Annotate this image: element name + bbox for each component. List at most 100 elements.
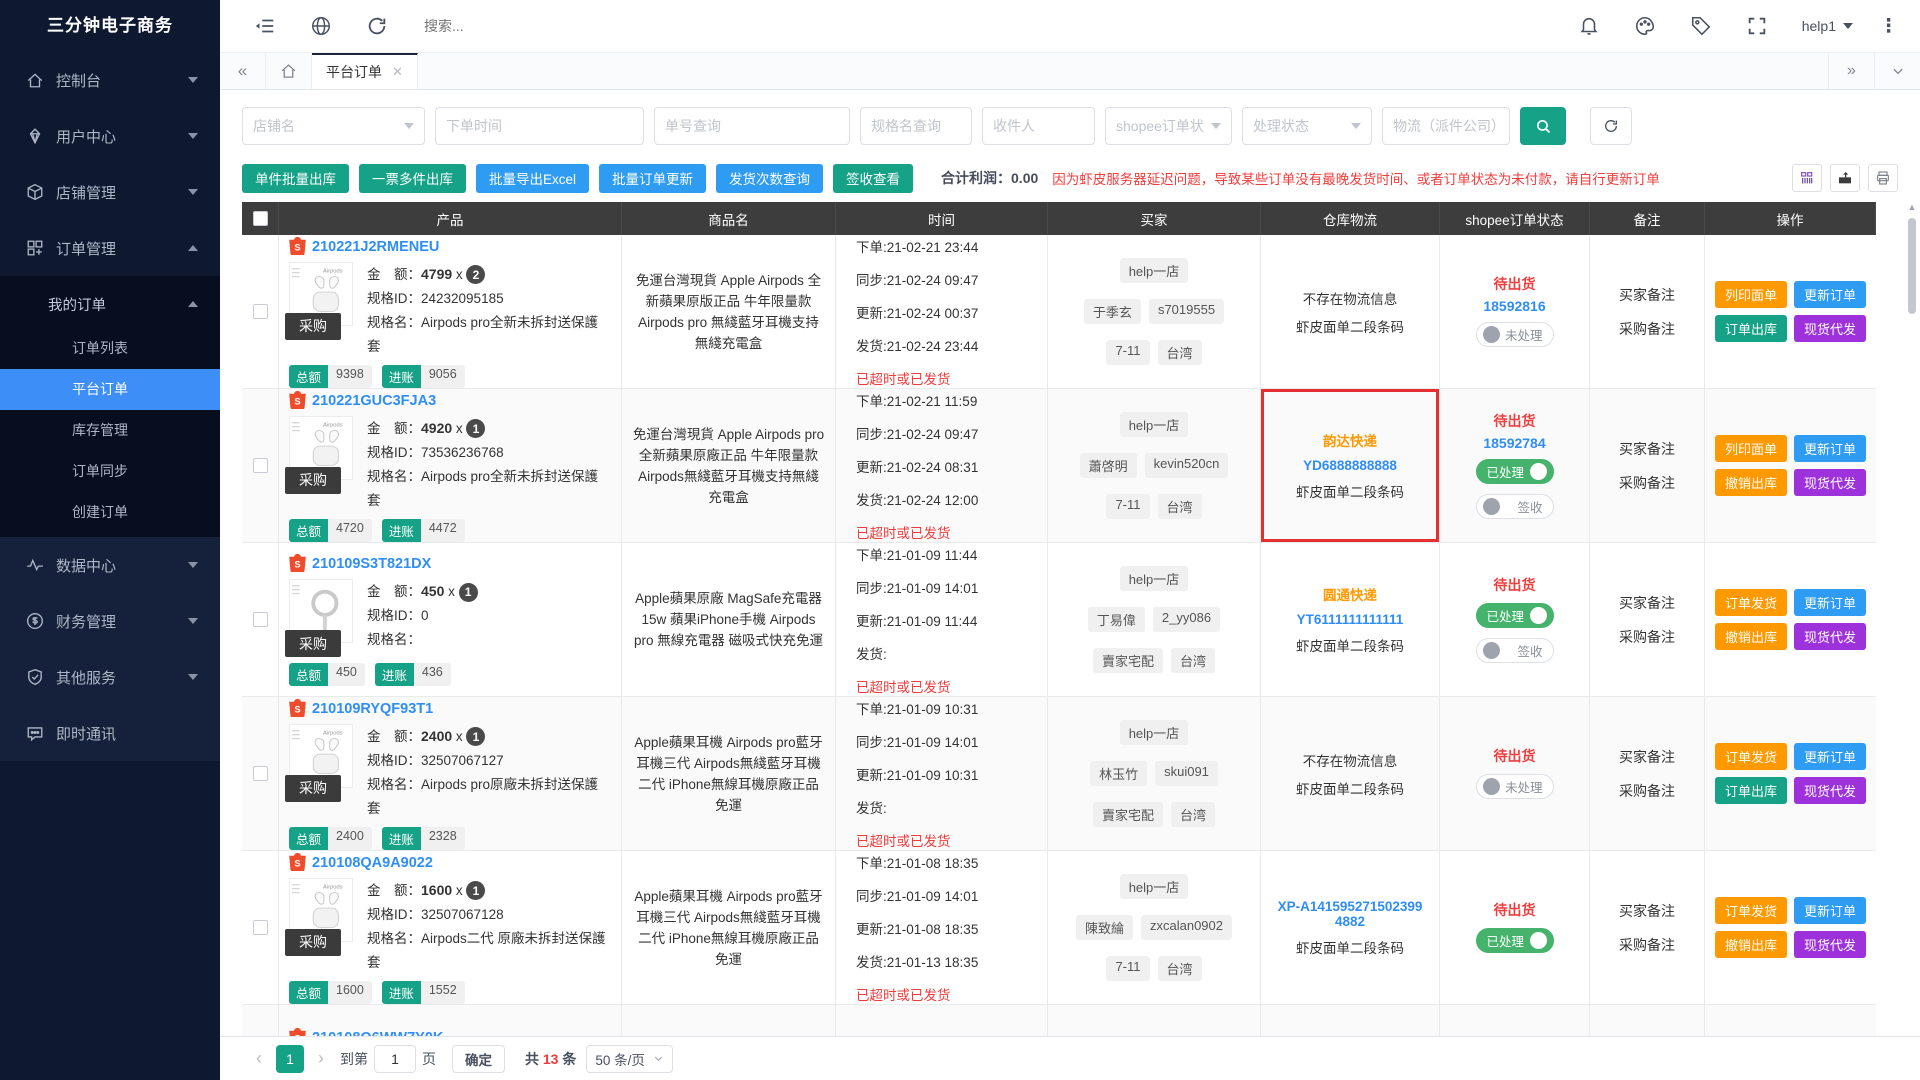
op-button-订单出库[interactable]: 订单出库: [1715, 315, 1787, 342]
action-button-签收查看[interactable]: 签收查看: [833, 163, 914, 193]
column-settings-button[interactable]: [1792, 164, 1822, 192]
tabs-dropdown-icon[interactable]: [1874, 53, 1920, 89]
table-refresh-button[interactable]: [1590, 107, 1632, 145]
goto-page-input[interactable]: [374, 1044, 416, 1073]
remark-link[interactable]: 买家备注: [1619, 901, 1675, 921]
sidebar-subitem-订单同步[interactable]: 订单同步: [0, 451, 220, 492]
purchase-button[interactable]: 采购: [285, 466, 341, 494]
row-checkbox[interactable]: [252, 304, 268, 319]
remark-link[interactable]: 买家备注: [1619, 747, 1675, 767]
process-toggle[interactable]: 未处理: [1475, 322, 1554, 347]
order-link[interactable]: 210108QA9A9022: [312, 855, 433, 871]
action-button-批量订单更新[interactable]: 批量订单更新: [599, 163, 707, 193]
sidebar-item-数据中心[interactable]: 数据中心: [0, 537, 220, 593]
tracking-number[interactable]: XP-A1415952715023994882: [1267, 899, 1433, 929]
filter-处理状态[interactable]: 处理状态: [1242, 107, 1372, 145]
row-checkbox[interactable]: [252, 766, 268, 781]
remark-link[interactable]: 买家备注: [1619, 439, 1675, 459]
op-button-撤销出库[interactable]: 撤销出库: [1715, 931, 1787, 958]
op-button-更新订单[interactable]: 更新订单: [1794, 589, 1866, 616]
user-menu[interactable]: help1: [1802, 18, 1853, 34]
row-checkbox[interactable]: [252, 612, 268, 627]
globe-icon[interactable]: [310, 15, 332, 37]
op-button-更新订单[interactable]: 更新订单: [1794, 897, 1866, 924]
order-link[interactable]: 210109RYQF93T1: [312, 701, 433, 717]
op-button-现货代发[interactable]: 现货代发: [1794, 623, 1866, 650]
remark-link[interactable]: 采购备注: [1619, 473, 1675, 493]
bell-icon[interactable]: [1578, 15, 1600, 37]
home-tab-icon[interactable]: [266, 53, 312, 89]
op-button-订单发货[interactable]: 订单发货: [1715, 589, 1787, 616]
close-tab-icon[interactable]: ✕: [392, 64, 403, 80]
op-button-列印面单[interactable]: 列印面单: [1715, 435, 1787, 462]
action-button-一票多件出库[interactable]: 一票多件出库: [359, 163, 466, 193]
status-number[interactable]: 18592816: [1483, 298, 1545, 314]
sidebar-item-订单管理[interactable]: 订单管理: [0, 220, 220, 276]
process-toggle[interactable]: 已处理: [1475, 602, 1554, 628]
global-search-input[interactable]: [424, 18, 844, 34]
sidebar-item-店铺管理[interactable]: 店铺管理: [0, 164, 220, 220]
op-button-现货代发[interactable]: 现货代发: [1794, 469, 1866, 496]
remark-link[interactable]: 采购备注: [1619, 781, 1675, 801]
process-toggle[interactable]: 已处理: [1475, 458, 1554, 484]
confirm-button[interactable]: 确定: [452, 1044, 505, 1073]
print-button[interactable]: [1868, 164, 1898, 192]
tag-icon[interactable]: [1690, 15, 1712, 37]
scroll-up-icon[interactable]: ▲: [1906, 202, 1918, 214]
kebab-menu-icon[interactable]: ⋮: [1879, 15, 1898, 38]
order-link[interactable]: 210221GUC3FJA3: [312, 393, 436, 409]
tabs-scroll-left-icon[interactable]: «: [220, 53, 266, 89]
sidebar-item-财务管理[interactable]: 财务管理: [0, 593, 220, 649]
filter-下单时间[interactable]: 下单时间: [435, 107, 644, 145]
export-button[interactable]: [1830, 164, 1860, 192]
tab-platform-orders[interactable]: 平台订单 ✕: [312, 53, 418, 89]
prev-page-button[interactable]: ‹: [246, 1048, 272, 1069]
sidebar-subitem-订单列表[interactable]: 订单列表: [0, 328, 220, 369]
filter-收件人[interactable]: 收件人: [982, 107, 1095, 145]
sidebar-subitem-平台订单[interactable]: 平台订单: [0, 369, 220, 410]
select-all-checkbox[interactable]: [252, 211, 268, 226]
filter-单号查询[interactable]: 单号查询: [654, 107, 850, 145]
page-1-button[interactable]: 1: [276, 1044, 304, 1073]
op-button-更新订单[interactable]: 更新订单: [1794, 281, 1866, 308]
sign-toggle[interactable]: 签收: [1475, 493, 1554, 519]
op-button-订单发货[interactable]: 订单发货: [1715, 743, 1787, 770]
purchase-button[interactable]: 采购: [285, 630, 341, 657]
remark-link[interactable]: 买家备注: [1619, 593, 1675, 613]
sign-toggle[interactable]: 签收: [1475, 637, 1554, 663]
purchase-button[interactable]: 采购: [285, 774, 341, 802]
purchase-button[interactable]: 采购: [285, 928, 341, 956]
refresh-icon[interactable]: [366, 15, 388, 37]
op-button-订单发货[interactable]: 订单发货: [1715, 897, 1787, 924]
next-page-button[interactable]: ›: [308, 1048, 334, 1069]
status-number[interactable]: 18592784: [1483, 435, 1545, 451]
op-button-现货代发[interactable]: 现货代发: [1794, 931, 1866, 958]
process-toggle[interactable]: 未处理: [1475, 774, 1554, 799]
op-button-撤销出库[interactable]: 撤销出库: [1715, 623, 1787, 650]
op-button-列印面单[interactable]: 列印面单: [1715, 281, 1787, 308]
sidebar-subitem-库存管理[interactable]: 库存管理: [0, 410, 220, 451]
sidebar-item-其他服务[interactable]: 其他服务: [0, 649, 220, 705]
remark-link[interactable]: 买家备注: [1619, 285, 1675, 305]
tabs-overflow-icon[interactable]: »: [1828, 53, 1874, 89]
palette-icon[interactable]: [1634, 15, 1656, 37]
op-button-撤销出库[interactable]: 撤销出库: [1715, 469, 1787, 496]
collapse-sidebar-icon[interactable]: [254, 15, 276, 37]
op-button-订单出库[interactable]: 订单出库: [1715, 777, 1787, 804]
process-toggle[interactable]: 已处理: [1475, 928, 1554, 953]
op-button-更新订单[interactable]: 更新订单: [1794, 435, 1866, 462]
sidebar-subitem-创建订单[interactable]: 创建订单: [0, 492, 220, 533]
order-link[interactable]: 210221J2RMENEU: [312, 239, 439, 255]
search-button[interactable]: [1520, 107, 1566, 145]
remark-link[interactable]: 采购备注: [1619, 935, 1675, 955]
action-button-批量导出Excel[interactable]: 批量导出Excel: [476, 163, 590, 193]
page-size-select[interactable]: 50 条/页: [586, 1044, 673, 1073]
filter-物流（派件公司）[interactable]: 物流（派件公司）: [1382, 107, 1510, 145]
filter-规格名查询[interactable]: 规格名查询: [860, 107, 972, 145]
row-checkbox[interactable]: [252, 458, 268, 473]
vertical-scrollbar[interactable]: ▲: [1906, 202, 1918, 1036]
order-link[interactable]: 210109S3T821DX: [312, 556, 431, 572]
sidebar-item-控制台[interactable]: 控制台: [0, 52, 220, 108]
action-button-单件批量出库[interactable]: 单件批量出库: [242, 163, 349, 193]
tracking-number[interactable]: YD6888888888: [1295, 458, 1405, 473]
